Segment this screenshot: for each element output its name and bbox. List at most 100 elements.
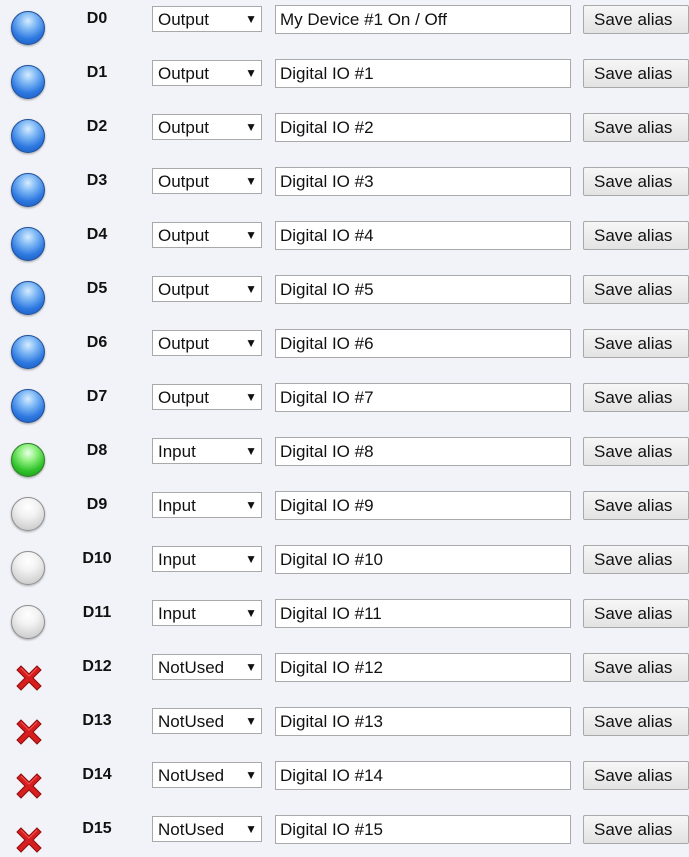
mode-value: Input: [158, 604, 196, 623]
alias-value: Digital IO #13: [280, 712, 383, 731]
alias-input[interactable]: Digital IO #1: [275, 59, 571, 88]
mode-value: Output: [158, 64, 210, 83]
save-alias-button[interactable]: Save alias: [583, 599, 689, 628]
blue-led-icon: [9, 332, 47, 370]
mode-select[interactable]: NotUsed ▼: [152, 762, 262, 788]
save-alias-button[interactable]: Save alias: [583, 815, 689, 844]
pin-label: D11: [82, 604, 112, 621]
save-alias-button[interactable]: Save alias: [583, 59, 689, 88]
alias-input[interactable]: Digital IO #5: [275, 275, 571, 304]
blue-led-icon: [9, 278, 47, 316]
save-alias-button[interactable]: Save alias: [583, 707, 689, 736]
dropdown-arrow-icon: ▼: [245, 498, 257, 512]
alias-input[interactable]: Digital IO #9: [275, 491, 571, 520]
pin-label: D15: [82, 820, 112, 837]
mode-value: NotUsed: [158, 820, 225, 839]
alias-input[interactable]: Digital IO #10: [275, 545, 571, 574]
mode-value: Output: [158, 280, 210, 299]
save-alias-button[interactable]: Save alias: [583, 113, 689, 142]
save-alias-button[interactable]: Save alias: [583, 491, 689, 520]
grey-led-icon: [9, 494, 47, 532]
grey-led-icon: [9, 548, 47, 586]
mode-select[interactable]: Output ▼: [152, 384, 262, 410]
mode-select[interactable]: Output ▼: [152, 330, 262, 356]
save-alias-button[interactable]: Save alias: [583, 167, 689, 196]
alias-value: My Device #1 On / Off: [280, 10, 447, 29]
mode-value: Input: [158, 496, 196, 515]
blue-led-icon: [9, 116, 47, 154]
alias-input[interactable]: Digital IO #14: [275, 761, 571, 790]
save-alias-button[interactable]: Save alias: [583, 221, 689, 250]
dropdown-arrow-icon: ▼: [245, 660, 257, 674]
alias-input[interactable]: Digital IO #3: [275, 167, 571, 196]
alias-input[interactable]: Digital IO #12: [275, 653, 571, 682]
io-row: D4 Output ▼ Digital IO #4 Save alias: [0, 216, 689, 270]
mode-select[interactable]: Output ▼: [152, 276, 262, 302]
blue-led-icon: [9, 8, 47, 46]
save-alias-button[interactable]: Save alias: [583, 5, 689, 34]
io-row: D12 NotUsed ▼ Digital IO #12 Save alias: [0, 648, 689, 702]
alias-input[interactable]: Digital IO #13: [275, 707, 571, 736]
mode-select[interactable]: Output ▼: [152, 114, 262, 140]
alias-input[interactable]: Digital IO #7: [275, 383, 571, 412]
blue-led-icon: [9, 386, 47, 424]
pin-label: D1: [86, 64, 108, 81]
mode-value: Output: [158, 172, 210, 191]
alias-value: Digital IO #15: [280, 820, 383, 839]
save-alias-button[interactable]: Save alias: [583, 653, 689, 682]
alias-input[interactable]: Digital IO #8: [275, 437, 571, 466]
alias-input[interactable]: Digital IO #15: [275, 815, 571, 844]
pin-label: D3: [86, 172, 108, 189]
io-row: D7 Output ▼ Digital IO #7 Save alias: [0, 378, 689, 432]
io-row: D10 Input ▼ Digital IO #10 Save alias: [0, 540, 689, 594]
mode-select[interactable]: Input ▼: [152, 438, 262, 464]
mode-select[interactable]: NotUsed ▼: [152, 654, 262, 680]
mode-select[interactable]: Output ▼: [152, 60, 262, 86]
mode-select[interactable]: Output ▼: [152, 222, 262, 248]
mode-select[interactable]: Output ▼: [152, 6, 262, 32]
mode-value: NotUsed: [158, 712, 225, 731]
pin-label: D10: [82, 550, 112, 567]
alias-input[interactable]: Digital IO #11: [275, 599, 571, 628]
dropdown-arrow-icon: ▼: [245, 768, 257, 782]
mode-select[interactable]: Input ▼: [152, 600, 262, 626]
mode-value: Output: [158, 226, 210, 245]
mode-select[interactable]: NotUsed ▼: [152, 816, 262, 842]
mode-value: Input: [158, 550, 196, 569]
pin-label: D12: [82, 658, 112, 675]
save-alias-button[interactable]: Save alias: [583, 329, 689, 358]
pin-label: D2: [86, 118, 108, 135]
alias-input[interactable]: Digital IO #6: [275, 329, 571, 358]
io-row: D14 NotUsed ▼ Digital IO #14 Save alias: [0, 756, 689, 810]
save-alias-button[interactable]: Save alias: [583, 383, 689, 412]
red-x-icon: [9, 710, 47, 748]
save-alias-button[interactable]: Save alias: [583, 545, 689, 574]
dropdown-arrow-icon: ▼: [245, 174, 257, 188]
pin-label: D4: [86, 226, 108, 243]
save-alias-button[interactable]: Save alias: [583, 275, 689, 304]
grey-led-icon: [9, 602, 47, 640]
save-alias-button[interactable]: Save alias: [583, 761, 689, 790]
alias-value: Digital IO #5: [280, 280, 374, 299]
alias-input[interactable]: My Device #1 On / Off: [275, 5, 571, 34]
mode-select[interactable]: Input ▼: [152, 546, 262, 572]
mode-select[interactable]: Output ▼: [152, 168, 262, 194]
pin-label: D0: [86, 10, 108, 27]
red-x-icon: [9, 656, 47, 694]
dropdown-arrow-icon: ▼: [245, 606, 257, 620]
alias-value: Digital IO #4: [280, 226, 374, 245]
dropdown-arrow-icon: ▼: [245, 228, 257, 242]
mode-select[interactable]: Input ▼: [152, 492, 262, 518]
pin-label: D8: [86, 442, 108, 459]
mode-value: Output: [158, 388, 210, 407]
save-alias-button[interactable]: Save alias: [583, 437, 689, 466]
mode-value: NotUsed: [158, 766, 225, 785]
alias-input[interactable]: Digital IO #4: [275, 221, 571, 250]
alias-value: Digital IO #2: [280, 118, 374, 137]
alias-input[interactable]: Digital IO #2: [275, 113, 571, 142]
dropdown-arrow-icon: ▼: [245, 336, 257, 350]
alias-value: Digital IO #8: [280, 442, 374, 461]
mode-select[interactable]: NotUsed ▼: [152, 708, 262, 734]
dropdown-arrow-icon: ▼: [245, 120, 257, 134]
dropdown-arrow-icon: ▼: [245, 714, 257, 728]
